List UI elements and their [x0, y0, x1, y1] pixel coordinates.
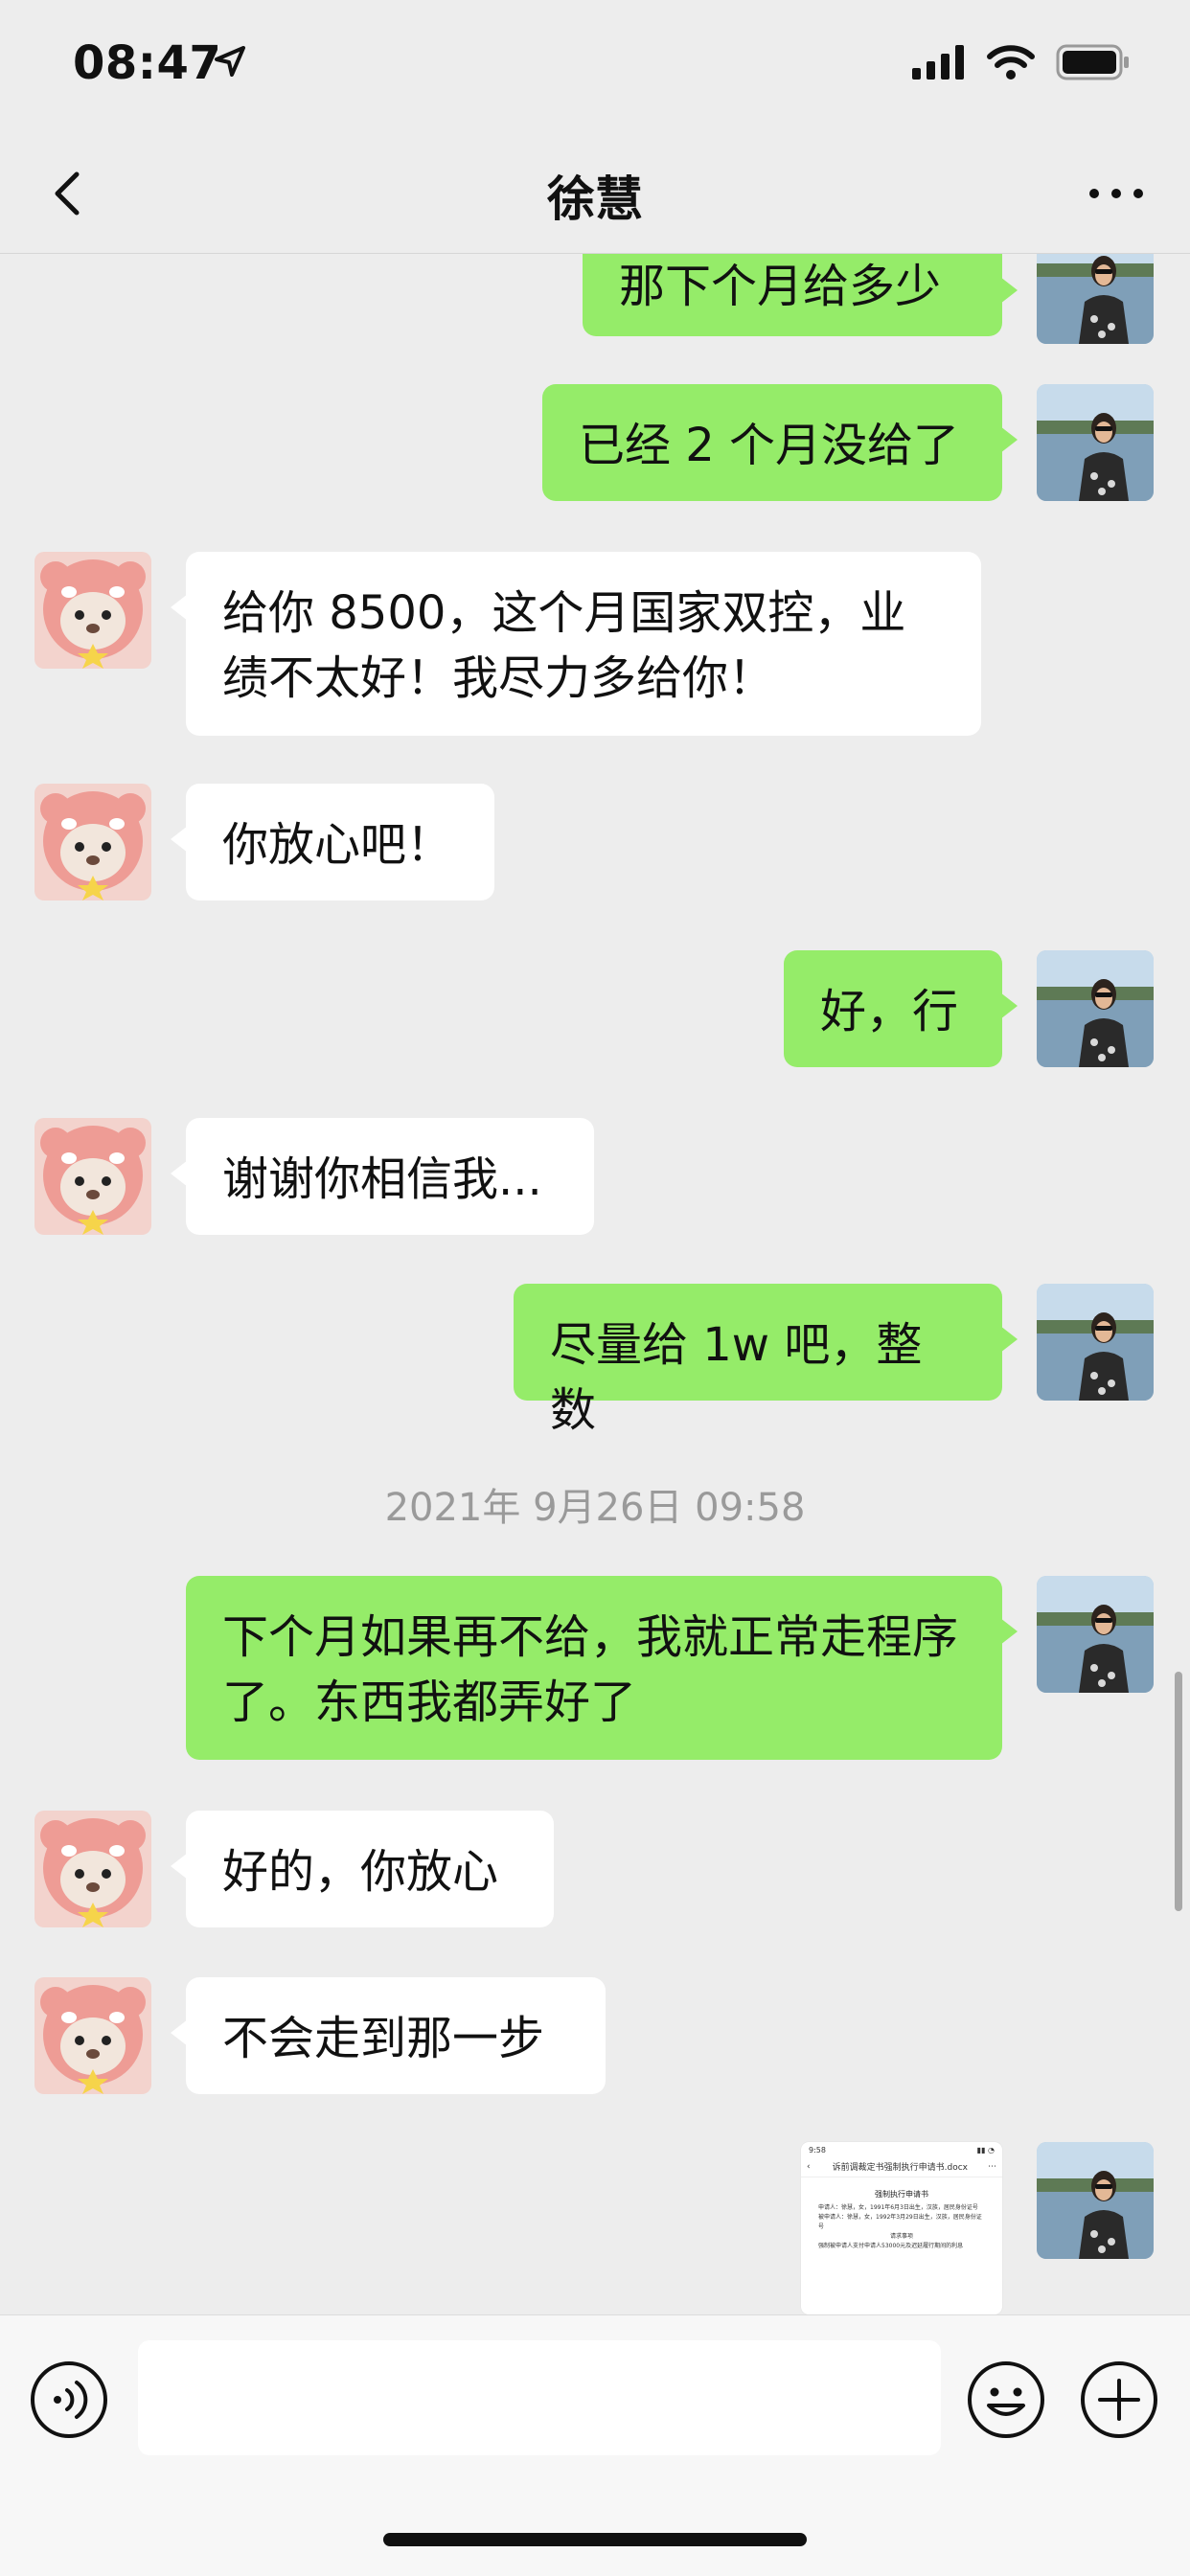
avatar[interactable] [1037, 2142, 1154, 2259]
message-text: 不会走到那一步 [222, 2012, 545, 2065]
doc-line: 强制被申请人支付申请人53000元及迟延履行期间的利息 [818, 2243, 964, 2249]
emoji-icon[interactable] [966, 2359, 1046, 2440]
avatar[interactable] [34, 552, 151, 669]
doc-line: 申请人：徐慧，女，1991年6月3日出生，汉族，居民身份证号 [818, 2204, 978, 2211]
message-bubble-outgoing[interactable]: 已经 2 个月没给了 [542, 384, 1018, 501]
message-bubble-outgoing[interactable]: 好，行 [784, 950, 1018, 1067]
message-text: 谢谢你相信我... [222, 1152, 542, 1206]
wifi-icon [987, 44, 1035, 84]
avatar[interactable] [34, 784, 151, 900]
doc-line: 请求事项 [889, 2233, 913, 2240]
plus-icon[interactable] [1079, 2359, 1159, 2440]
message-text: 好，行 [820, 985, 959, 1038]
timestamp: 2021年 9月26日 09:58 [384, 1486, 806, 1530]
avatar[interactable] [1037, 384, 1154, 501]
status-time: 08:47 [73, 36, 222, 90]
battery-icon [1056, 44, 1131, 84]
nav-bar: 徐慧 [0, 134, 1190, 254]
message-bubble-incoming[interactable]: 你放心吧！ [171, 784, 494, 900]
message-bubble-incoming[interactable]: 不会走到那一步 [171, 1977, 606, 2094]
doc-line: 被申请人：徐慧，女，1992年3月29日出生，汉族，居民身份证号 [818, 2214, 982, 2230]
doc-heading: 强制执行申请书 [875, 2190, 928, 2199]
doc-status-time: 9:58 [809, 2146, 826, 2154]
scrollbar[interactable] [1175, 1672, 1182, 1911]
avatar[interactable] [34, 1977, 151, 2094]
avatar[interactable] [1037, 254, 1154, 344]
avatar[interactable] [1037, 1284, 1154, 1401]
avatar[interactable] [34, 1811, 151, 1927]
location-arrow-icon [213, 44, 247, 82]
message-bubble-outgoing[interactable]: 那下个月给多少 [583, 254, 1018, 336]
message-bubble-outgoing[interactable]: 下个月如果再不给，我就正常走程序了。东西我都弄好了 [186, 1576, 1018, 1760]
message-text: 已经 2 个月没给了 [579, 419, 960, 472]
message-bubble-outgoing[interactable]: 尽量给 1w 吧，整数 [514, 1284, 1018, 1437]
message-text: 给你 8500，这个月国家双控，业绩不太好！我尽力多给你！ [222, 586, 906, 705]
message-text: 下个月如果再不给，我就正常走程序了。东西我都弄好了 [222, 1610, 959, 1729]
message-bubble-incoming[interactable]: 好的，你放心 [171, 1811, 554, 1927]
home-indicator [383, 2533, 807, 2546]
more-icon[interactable] [1083, 167, 1150, 220]
avatar[interactable] [1037, 950, 1154, 1067]
message-text: 你放心吧！ [222, 818, 453, 872]
status-bar: 08:47 [0, 0, 1190, 134]
message-text: 尽量给 1w 吧，整数 [550, 1318, 923, 1437]
message-input[interactable] [138, 2340, 941, 2455]
voice-icon[interactable] [29, 2359, 109, 2440]
chat-area[interactable]: 那下个月给多少 已经 2 个月没给了 给你 8500，这个月国家双控，业绩不太好… [0, 254, 1190, 2314]
message-text: 好的，你放心 [222, 1845, 499, 1899]
avatar[interactable] [34, 1118, 151, 1235]
document-thumbnail[interactable]: 9:58 ▮▮ ◔ ‹ 诉前调裁定书强制执行申请书.docx ⋯ 强制执行申请书… [801, 2142, 1002, 2314]
avatar[interactable] [1037, 1576, 1154, 1693]
doc-title: 诉前调裁定书强制执行申请书.docx [832, 2163, 968, 2173]
signal-icon [912, 45, 966, 83]
message-bubble-incoming[interactable]: 谢谢你相信我... [171, 1118, 594, 1235]
message-bubble-incoming[interactable]: 给你 8500，这个月国家双控，业绩不太好！我尽力多给你！ [171, 552, 981, 736]
chat-title: 徐慧 [547, 171, 643, 227]
message-text: 那下个月给多少 [619, 260, 942, 313]
